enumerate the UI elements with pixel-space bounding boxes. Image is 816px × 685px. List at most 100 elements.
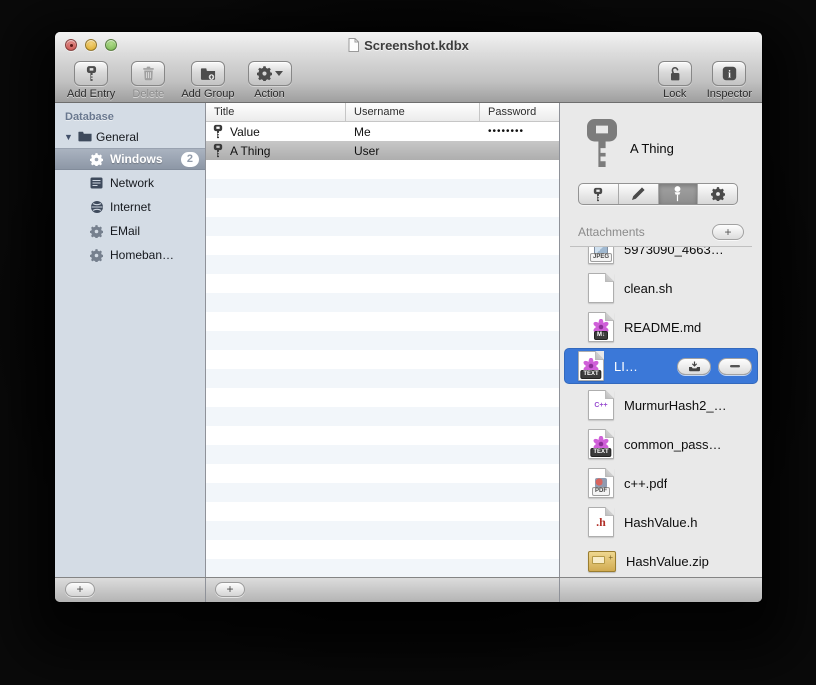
screenshot-stage: Screenshot.kdbx Add Entry Delete Add Gro… (0, 0, 816, 685)
gear-icon (89, 248, 104, 263)
column-header-password[interactable]: Password (480, 103, 559, 121)
entry-username: User (354, 143, 380, 158)
sidebar-item-internet[interactable]: Internet (55, 195, 205, 219)
gear-icon (89, 152, 104, 167)
group-sidebar: Database ▼ General Windows 2 Network Int… (55, 103, 205, 577)
export-attachment-button[interactable] (677, 357, 711, 375)
inspector-entry-title: A Thing (630, 141, 674, 156)
gear-icon (89, 224, 104, 239)
pdf-file-icon: PDF (588, 468, 614, 498)
sidebar-group-label: General (96, 129, 139, 144)
tab-advanced[interactable] (698, 184, 737, 204)
plain-file-icon (588, 273, 614, 303)
delete-button[interactable]: Delete (128, 61, 168, 100)
entry-title: A Thing (230, 143, 271, 158)
tab-general[interactable] (579, 184, 619, 204)
sidebar-item-label: Homeban… (110, 248, 175, 262)
entry-password-masked: •••••••• (488, 126, 525, 137)
key-icon (86, 65, 97, 82)
gear-icon (256, 66, 272, 81)
folder-icon (77, 129, 92, 144)
chevron-down-icon (274, 71, 283, 76)
add-attachment-button[interactable]: + (712, 224, 744, 240)
add-group-footer-button[interactable]: + (65, 582, 95, 597)
divider (559, 578, 560, 602)
document-proxy-icon[interactable] (348, 38, 360, 52)
tab-attachments[interactable] (658, 184, 699, 204)
attachment-row[interactable]: PDF c++.pdf (564, 465, 758, 501)
entry-row-selected[interactable]: A Thing User (206, 141, 559, 160)
attachment-row[interactable]: C++ MurmurHash2_… (564, 387, 758, 423)
disclosure-triangle-icon[interactable]: ▼ (64, 132, 73, 142)
action-button[interactable]: Action (247, 61, 292, 100)
entry-key-icon-large (584, 116, 620, 170)
save-tray-icon (688, 360, 701, 372)
key-icon (213, 124, 223, 139)
info-icon: i (722, 66, 737, 81)
sidebar-item-homebanking[interactable]: Homeban… (55, 243, 205, 267)
attachment-row[interactable]: JPEG 5973090_4663… (564, 247, 758, 267)
sidebar-item-label: Network (110, 176, 155, 190)
text-file-icon: TEXT (588, 429, 614, 459)
sidebar-item-label: Internet (110, 200, 151, 214)
server-icon (89, 176, 104, 191)
entry-row[interactable]: Value Me •••••••• (206, 122, 559, 141)
attachment-row[interactable]: M↓ README.md (564, 309, 758, 345)
attachment-row[interactable]: .h HashValue.h (564, 504, 758, 540)
key-icon (213, 143, 223, 158)
minus-icon (730, 364, 740, 368)
sidebar-item-label: Windows (110, 152, 163, 166)
attachment-row[interactable]: HashValue.zip (564, 543, 758, 577)
bottom-bar: + + (55, 577, 762, 602)
markdown-file-icon: M↓ (588, 312, 614, 342)
pushpin-icon (672, 186, 683, 202)
add-entry-button[interactable]: Add Entry (67, 61, 115, 100)
inspector-button[interactable]: i Inspector (707, 61, 752, 100)
folder-plus-icon (200, 67, 216, 81)
lock-button[interactable]: Lock (655, 61, 695, 100)
attachments-list[interactable]: JPEG 5973090_4663… clean.sh M↓ README.md… (560, 247, 762, 577)
column-header-username[interactable]: Username (346, 103, 480, 121)
toolbar: Add Entry Delete Add Group Action Lock i… (55, 57, 762, 103)
text-file-icon: TEXT (578, 351, 604, 381)
zip-file-icon (588, 550, 616, 572)
trash-icon (142, 66, 155, 81)
inspector-panel: A Thing Attachments + JPEG 5973090_4663…… (560, 103, 762, 577)
sidebar-item-windows[interactable]: Windows 2 (55, 148, 205, 170)
header-file-icon: .h (588, 507, 614, 537)
content-area: Database ▼ General Windows 2 Network Int… (55, 103, 762, 577)
sidebar-item-label: EMail (110, 224, 141, 238)
unlock-icon (668, 66, 682, 82)
window-title: Screenshot.kdbx (364, 37, 469, 53)
remove-attachment-button[interactable] (718, 357, 752, 375)
attachments-label: Attachments (578, 225, 645, 239)
key-icon (593, 187, 603, 202)
app-window: Screenshot.kdbx Add Entry Delete Add Gro… (55, 32, 762, 602)
jpeg-file-icon: JPEG (588, 247, 614, 264)
globe-icon (89, 200, 104, 215)
add-group-button[interactable]: Add Group (181, 61, 235, 100)
sidebar-item-email[interactable]: EMail (55, 219, 205, 243)
entry-count-badge: 2 (180, 151, 199, 167)
entry-title: Value (230, 124, 260, 139)
add-entry-footer-button[interactable]: + (215, 582, 245, 597)
entry-username: Me (354, 124, 371, 139)
attachment-row-selected[interactable]: TEXT LI… (564, 348, 758, 384)
svg-text:i: i (728, 69, 731, 80)
sidebar-section-header: Database (65, 111, 114, 123)
entry-list-header: Title Username Password (206, 103, 559, 122)
cpp-file-icon: C++ (588, 390, 614, 420)
sidebar-group-general[interactable]: ▼ General (55, 126, 205, 147)
tab-edit[interactable] (619, 184, 659, 204)
attachment-row[interactable]: TEXT common_pass… (564, 426, 758, 462)
sidebar-item-network[interactable]: Network (55, 171, 205, 195)
attachment-row[interactable]: clean.sh (564, 270, 758, 306)
titlebar[interactable]: Screenshot.kdbx (55, 32, 762, 57)
column-header-title[interactable]: Title (206, 103, 346, 121)
gear-icon (710, 187, 725, 201)
empty-row-stripes[interactable] (206, 160, 559, 577)
divider (205, 578, 206, 602)
pencil-icon (631, 187, 645, 201)
entry-list: Title Username Password Value Me •••••••… (206, 103, 559, 577)
window-chrome: Screenshot.kdbx Add Entry Delete Add Gro… (55, 32, 762, 103)
